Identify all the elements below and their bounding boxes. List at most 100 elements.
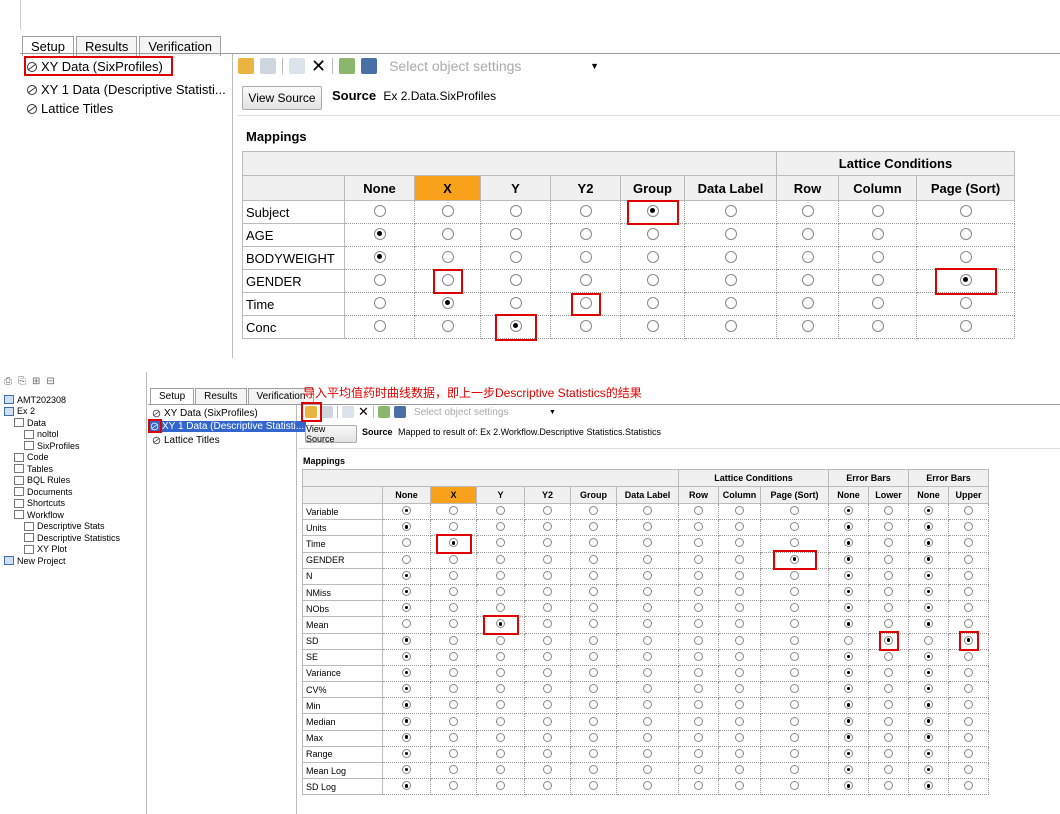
radio-option[interactable] <box>543 748 552 758</box>
mapping-cell[interactable] <box>678 681 719 699</box>
radio-option[interactable] <box>790 748 799 758</box>
radio-option[interactable] <box>724 227 737 240</box>
radio-option[interactable] <box>449 603 458 613</box>
mapping-cell[interactable] <box>908 535 949 553</box>
radio-option[interactable] <box>373 204 386 217</box>
radio-selected[interactable] <box>402 765 411 775</box>
radio-option[interactable] <box>643 635 652 645</box>
radio-option[interactable] <box>643 765 652 775</box>
radio-option[interactable] <box>496 716 505 726</box>
radio-selected[interactable] <box>924 538 933 548</box>
mapping-cell[interactable] <box>616 600 679 618</box>
mapping-cell[interactable] <box>908 761 949 780</box>
mapping-cell[interactable] <box>760 761 829 780</box>
radio-option[interactable] <box>509 227 522 240</box>
mapping-cell[interactable] <box>616 761 679 780</box>
mapping-cell[interactable] <box>828 681 869 699</box>
radio-selected[interactable] <box>924 684 933 694</box>
mapping-cell[interactable] <box>948 567 989 585</box>
radio-option[interactable] <box>543 732 552 742</box>
radio-selected[interactable] <box>844 732 853 742</box>
radio-option[interactable] <box>646 319 659 332</box>
mapping-cell[interactable] <box>382 648 431 666</box>
mapping-cell[interactable] <box>344 315 415 339</box>
radio-option[interactable] <box>496 570 505 580</box>
mapping-cell[interactable] <box>718 648 761 666</box>
mapping-cell[interactable] <box>616 713 679 731</box>
mapping-cell[interactable] <box>760 600 829 618</box>
radio-option[interactable] <box>543 554 552 564</box>
radio-option[interactable] <box>871 227 884 240</box>
mapping-cell[interactable] <box>414 200 481 224</box>
mapping-cell[interactable] <box>524 632 571 650</box>
mapping-cell[interactable] <box>550 315 621 339</box>
radio-option[interactable] <box>589 748 598 758</box>
radio-selected[interactable] <box>924 587 933 597</box>
radio-option[interactable] <box>884 748 893 758</box>
mapping-cell[interactable] <box>868 697 909 715</box>
radio-option[interactable] <box>646 250 659 263</box>
mapping-cell[interactable] <box>476 632 525 650</box>
radio-selected[interactable] <box>844 684 853 694</box>
mapping-cell[interactable] <box>430 535 477 553</box>
radio-option[interactable] <box>579 227 592 240</box>
project-tree-item[interactable]: noltol <box>24 429 120 441</box>
mapping-cell[interactable] <box>868 778 909 796</box>
radio-option[interactable] <box>735 700 744 710</box>
mapping-cell[interactable] <box>678 519 719 537</box>
mapping-cell[interactable] <box>430 600 477 618</box>
radio-option[interactable] <box>543 684 552 694</box>
radio-selected[interactable] <box>402 732 411 742</box>
radio-option[interactable] <box>884 619 893 629</box>
radio-option[interactable] <box>589 522 598 532</box>
mapping-cell[interactable] <box>480 223 551 247</box>
mapping-cell[interactable] <box>868 745 909 764</box>
radio-option[interactable] <box>589 506 598 516</box>
project-tree-item[interactable]: AMT202308 <box>4 394 120 406</box>
radio-option[interactable] <box>543 716 552 726</box>
radio-option[interactable] <box>643 716 652 726</box>
radio-option[interactable] <box>694 522 703 532</box>
radio-option[interactable] <box>964 700 973 710</box>
mapping-cell[interactable] <box>430 616 477 634</box>
mapping-cell[interactable] <box>916 269 1015 293</box>
radio-option[interactable] <box>402 554 411 564</box>
radio-option[interactable] <box>694 765 703 775</box>
radio-option[interactable] <box>643 700 652 710</box>
radio-option[interactable] <box>496 538 505 548</box>
mapping-cell[interactable] <box>616 648 679 666</box>
mapping-cell[interactable] <box>570 681 617 699</box>
radio-option[interactable] <box>589 732 598 742</box>
save-icon[interactable] <box>361 58 378 74</box>
mapping-cell[interactable] <box>760 697 829 715</box>
mapping-cell[interactable] <box>948 648 989 666</box>
radio-option[interactable] <box>735 667 744 677</box>
edit-icon[interactable] <box>289 58 305 74</box>
radio-option[interactable] <box>790 716 799 726</box>
mapping-cell[interactable] <box>760 502 829 521</box>
mapping-cell[interactable] <box>382 502 431 521</box>
mapping-cell[interactable] <box>760 681 829 699</box>
mapping-cell[interactable] <box>718 632 761 650</box>
mapping-cell[interactable] <box>718 761 761 780</box>
radio-selected[interactable] <box>844 765 853 775</box>
mapping-cell[interactable] <box>570 713 617 731</box>
radio-option[interactable] <box>694 603 703 613</box>
mapping-cell[interactable] <box>678 551 719 569</box>
mapping-cell[interactable] <box>476 745 525 764</box>
project-tree-item[interactable]: Data <box>14 417 120 429</box>
mapping-cell[interactable] <box>948 761 989 780</box>
mapping-cell[interactable] <box>344 223 415 247</box>
radio-selected[interactable] <box>402 651 411 661</box>
nav-icon[interactable]: ⊟ <box>46 376 54 387</box>
radio-option[interactable] <box>694 684 703 694</box>
mapping-cell[interactable] <box>828 664 869 683</box>
mapping-cell[interactable] <box>760 519 829 537</box>
mapping-cell[interactable] <box>678 583 719 602</box>
radio-option[interactable] <box>643 619 652 629</box>
radio-option[interactable] <box>496 603 505 613</box>
mapping-cell[interactable] <box>916 246 1015 270</box>
mapping-cell[interactable] <box>570 535 617 553</box>
radio-option[interactable] <box>543 781 552 791</box>
radio-option[interactable] <box>871 296 884 309</box>
